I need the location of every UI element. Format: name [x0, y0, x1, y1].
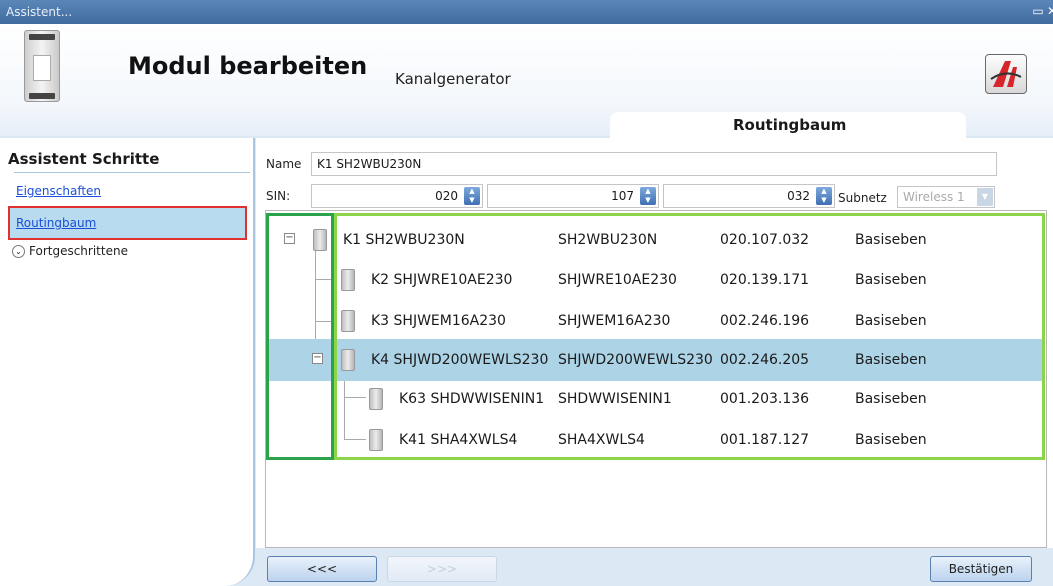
subnet-select[interactable]: Wireless 1 ▼: [897, 186, 995, 208]
sidebar-item-routingbaum[interactable]: Routingbaum: [8, 206, 247, 240]
highlight-tree-data: [334, 213, 1045, 460]
spinner-icon[interactable]: ▲ ▼: [816, 187, 832, 205]
sin-value-2: 107: [611, 189, 634, 203]
window-titlebar: Assistent... ▭ ✕: [0, 0, 1053, 24]
brand-logo-icon[interactable]: [985, 54, 1027, 94]
back-button[interactable]: <<<: [267, 556, 377, 582]
name-field[interactable]: K1 SH2WBU230N: [311, 152, 997, 176]
spinner-icon[interactable]: ▲ ▼: [464, 187, 480, 205]
page-title: Modul bearbeiten: [128, 52, 368, 80]
name-label: Name: [266, 157, 302, 171]
din-rail-module-icon: [24, 30, 60, 102]
chevron-down-icon: ▼: [977, 188, 993, 206]
sidebar-item-eigenschaften[interactable]: Eigenschaften: [10, 176, 245, 206]
divider: [14, 172, 250, 173]
window-title: Assistent...: [6, 5, 73, 19]
next-button[interactable]: >>>: [387, 556, 497, 582]
tab-routingbaum[interactable]: Routingbaum: [733, 116, 846, 134]
page-subtitle: Kanalgenerator: [395, 70, 511, 88]
subnet-label: Subnetz: [838, 191, 887, 205]
steps-title: Assistent Schritte: [8, 150, 160, 168]
sin-value-3: 032: [787, 189, 810, 203]
sin-label: SIN:: [266, 189, 291, 203]
spinner-icon[interactable]: ▲ ▼: [640, 187, 656, 205]
sin-field-1[interactable]: 020 ▲ ▼: [311, 184, 483, 208]
confirm-button[interactable]: Bestätigen: [930, 556, 1032, 582]
sin-value-1: 020: [435, 189, 458, 203]
advanced-label: Fortgeschrittene: [29, 244, 128, 258]
highlight-tree-column: [266, 213, 334, 460]
wizard-steps-panel: Assistent Schritte Eigenschaften Routing…: [0, 138, 255, 586]
advanced-toggle[interactable]: ⌄ Fortgeschrittene: [12, 244, 128, 258]
sin-field-2[interactable]: 107 ▲ ▼: [487, 184, 659, 208]
subnet-value: Wireless 1: [903, 190, 965, 204]
sin-field-3[interactable]: 032 ▲ ▼: [663, 184, 835, 208]
close-icon[interactable]: ✕: [1044, 4, 1053, 18]
chevron-down-icon: ⌄: [12, 245, 25, 258]
